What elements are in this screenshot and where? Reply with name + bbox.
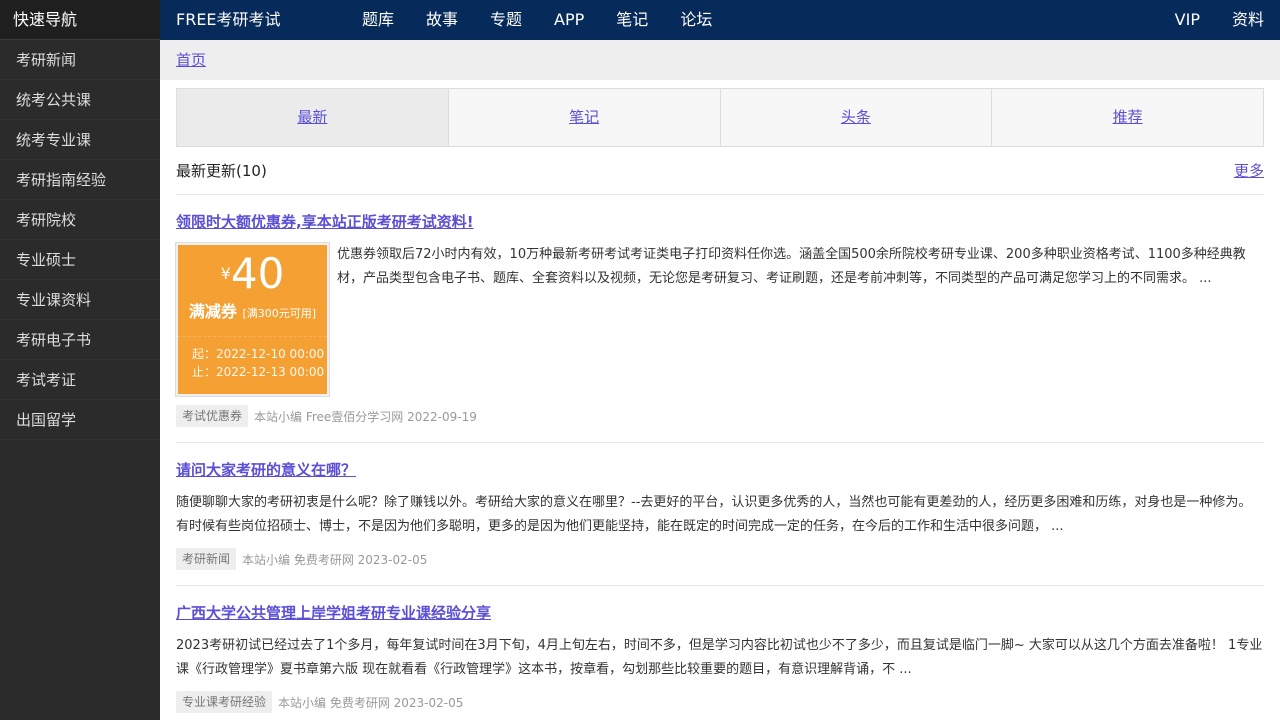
nav-link-app[interactable]: APP (554, 0, 584, 40)
sidebar-item-ebooks[interactable]: 考研电子书 (0, 320, 160, 360)
coupon-name: 满减券 [满300元可用] (178, 298, 327, 322)
top-navbar: FREE考研考试 题库 故事 专题 APP 笔记 论坛 VIP 资料 (160, 0, 1280, 40)
article-author-date: 本站小编 免费考研网 2023-02-05 (278, 695, 464, 710)
tab-headlines[interactable]: 头条 (721, 89, 993, 146)
tab-bar: 最新 笔记 头条 推荐 (176, 88, 1264, 147)
nav-link-vip[interactable]: VIP (1175, 0, 1200, 40)
sidebar-item-professional-master[interactable]: 专业硕士 (0, 240, 160, 280)
article-meta: 考试优惠券 本站小编 Free壹佰分学习网 2022-09-19 (176, 404, 1264, 428)
nav-link-notes[interactable]: 笔记 (616, 0, 648, 40)
breadcrumb: 首页 (160, 40, 1280, 80)
article-summary: 优惠券领取后72小时内有效，10万种最新考研考试考证类电子打印资料任你选。涵盖全… (337, 247, 1246, 286)
list-title: 最新更新(10) (176, 162, 267, 180)
article-tag[interactable]: 考研新闻 (176, 548, 237, 570)
coupon-dates: 起：2022-12-10 00:00 止：2022-12-13 00:00 (178, 336, 327, 394)
article-body: ¥40 满减券 [满300元可用] 起：2022-12-10 00:00 止：2… (175, 242, 1264, 397)
coupon-type: 满减券 (188, 302, 237, 321)
coupon-image[interactable]: ¥40 满减券 [满300元可用] 起：2022-12-10 00:00 止：2… (175, 242, 330, 397)
article-summary: 2023考研初试已经过去了1个多月，每年复试时间在3月下旬，4月上旬左右，时间不… (176, 638, 1263, 677)
coupon-currency: ¥ (220, 264, 231, 283)
main-content: 最新 笔记 头条 推荐 最新更新(10) 更多 领限时大额优惠券,享本站正版考研… (175, 88, 1264, 720)
sidebar-item-study-abroad[interactable]: 出国留学 (0, 400, 160, 440)
article-author-date: 本站小编 Free壹佰分学习网 2022-09-19 (254, 409, 477, 424)
article-author-date: 本站小编 免费考研网 2023-02-05 (242, 552, 428, 567)
tab-headlines-label[interactable]: 头条 (841, 108, 871, 126)
sidebar-item-course-materials[interactable]: 专业课资料 (0, 280, 160, 320)
article-item: 请问大家考研的意义在哪？ 随便聊聊大家的考研初衷是什么呢？除了赚钱以外。考研给大… (176, 443, 1264, 586)
sidebar: 快速导航 考研新闻 统考公共课 统考专业课 考研指南经验 考研院校 专业硕士 专… (0, 0, 160, 720)
article-title-link[interactable]: 请问大家考研的意义在哪？ (176, 457, 1264, 483)
article-item: 广西大学公共管理上岸学姐考研专业课经验分享 2023考研初试已经过去了1个多月，… (176, 586, 1264, 720)
sidebar-item-kaoyan-news[interactable]: 考研新闻 (0, 40, 160, 80)
sidebar-item-major-courses[interactable]: 统考专业课 (0, 120, 160, 160)
article-title-link[interactable]: 广西大学公共管理上岸学姐考研专业课经验分享 (176, 600, 1264, 626)
tab-latest[interactable]: 最新 (177, 89, 449, 146)
coupon-start-date: 起：2022-12-10 00:00 (192, 347, 325, 361)
article-summary: 随便聊聊大家的考研初衷是什么呢？除了赚钱以外。考研给大家的意义在哪里？--去更好… (176, 495, 1252, 534)
coupon-value: 40 (230, 249, 285, 298)
nav-link-materials[interactable]: 资料 (1232, 0, 1264, 40)
breadcrumb-home-link[interactable]: 首页 (176, 51, 206, 69)
nav-right: VIP 资料 (1143, 0, 1264, 40)
nav-link-topics[interactable]: 专题 (490, 0, 522, 40)
tab-recommended[interactable]: 推荐 (992, 89, 1263, 146)
tab-recommended-label[interactable]: 推荐 (1113, 108, 1143, 126)
nav-link-forum[interactable]: 论坛 (680, 0, 712, 40)
article-tag[interactable]: 考试优惠券 (176, 405, 249, 427)
tab-notes[interactable]: 笔记 (449, 89, 721, 146)
site-brand[interactable]: FREE考研考试 (176, 0, 281, 40)
article-item: 领限时大额优惠券,享本站正版考研考试资料! ¥40 满减券 [满300元可用] … (175, 195, 1264, 443)
sidebar-item-guide-experience[interactable]: 考研指南经验 (0, 160, 160, 200)
article-tag[interactable]: 专业课考研经验 (176, 691, 273, 713)
list-header: 最新更新(10) 更多 (176, 147, 1264, 195)
coupon-amount: ¥40 (178, 249, 327, 298)
more-link[interactable]: 更多 (1234, 160, 1264, 181)
sidebar-title: 快速导航 (0, 0, 160, 40)
article-meta: 考研新闻 本站小编 免费考研网 2023-02-05 (176, 547, 1264, 571)
article-meta: 专业课考研经验 本站小编 免费考研网 2023-02-05 (176, 690, 1264, 714)
tab-latest-label[interactable]: 最新 (297, 108, 327, 126)
sidebar-item-universities[interactable]: 考研院校 (0, 200, 160, 240)
article-title-link[interactable]: 领限时大额优惠券,享本站正版考研考试资料! (176, 209, 1264, 235)
nav-links: 题库 故事 专题 APP 笔记 论坛 (362, 0, 744, 40)
sidebar-item-certificates[interactable]: 考试考证 (0, 360, 160, 400)
sidebar-item-public-courses[interactable]: 统考公共课 (0, 80, 160, 120)
coupon-end-date: 止：2022-12-13 00:00 (192, 365, 325, 379)
coupon-condition: [满300元可用] (242, 307, 317, 320)
tab-notes-label[interactable]: 笔记 (569, 108, 599, 126)
nav-link-stories[interactable]: 故事 (426, 0, 458, 40)
nav-link-question-bank[interactable]: 题库 (362, 0, 394, 40)
